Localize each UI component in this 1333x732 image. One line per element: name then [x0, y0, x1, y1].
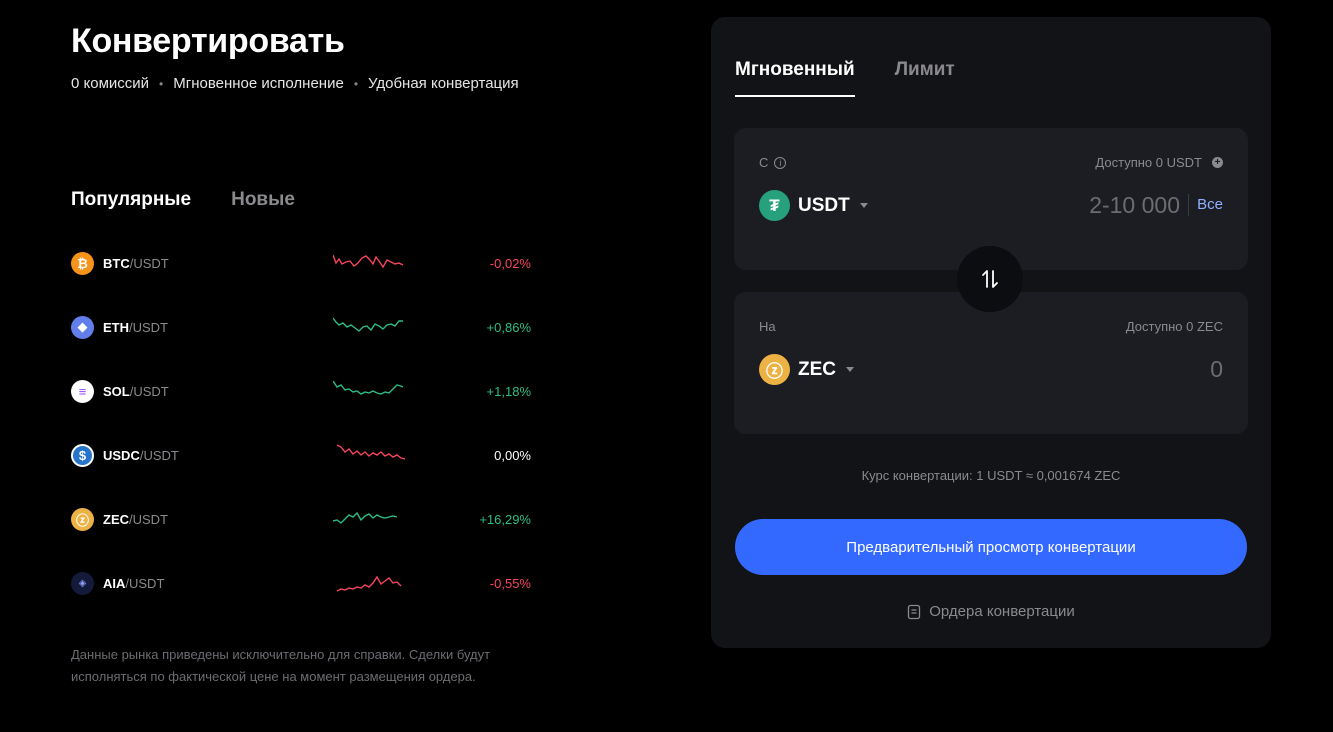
solana-icon: ≡	[71, 379, 94, 403]
tab-popular[interactable]: Популярные	[71, 189, 191, 211]
tether-icon: ₮	[759, 190, 790, 221]
from-label: С	[759, 155, 769, 170]
pair-name: ETH/USDT	[103, 319, 168, 335]
market-tabs: Популярные Новые	[71, 189, 295, 211]
orders-label: Ордера конвертации	[929, 603, 1075, 620]
page-title: Конвертировать	[71, 22, 345, 60]
pair-row-btc[interactable]: ₿ BTC/USDT -0,02%	[71, 231, 541, 295]
swap-button[interactable]	[957, 246, 1023, 312]
from-available-text: Доступно 0 USDT	[1095, 155, 1202, 170]
to-label: На	[759, 319, 776, 334]
pair-row-usdc[interactable]: $ USDC/USDT 0,00%	[71, 423, 541, 487]
aia-icon: ◈	[71, 571, 94, 595]
sparkline-sol	[333, 380, 404, 395]
pair-change: -0,55%	[489, 575, 531, 591]
to-coin: ZEC	[798, 358, 836, 380]
from-coin-select[interactable]: ₮ USDT	[759, 190, 868, 221]
sparkline-aia	[336, 575, 402, 592]
info-icon[interactable]: i	[774, 156, 787, 169]
tab-instant[interactable]: Мгновенный	[735, 59, 855, 97]
chevron-down-icon	[846, 367, 854, 372]
pair-change: +0,86%	[486, 319, 531, 335]
from-amount-input[interactable]: 2-10 000	[1089, 192, 1180, 219]
convert-panel: Мгновенный Лимит С i Доступно 0 USDT + ₮…	[711, 17, 1271, 648]
from-label-group: С i	[759, 155, 787, 170]
sparkline-usdc	[336, 444, 405, 460]
pair-change: +1,18%	[486, 383, 531, 399]
pair-name: BTC/USDT	[103, 255, 169, 271]
ethereum-icon: ◆	[71, 315, 94, 339]
feature-item: Мгновенное исполнение	[173, 75, 344, 92]
pair-change: -0,02%	[489, 255, 531, 271]
pair-name: ZEC/USDT	[103, 511, 168, 527]
from-coin: USDT	[798, 194, 850, 216]
pair-row-zec[interactable]: ⓩ ZEC/USDT +16,29%	[71, 487, 541, 551]
pair-row-eth[interactable]: ◆ ETH/USDT +0,86%	[71, 295, 541, 359]
usdc-icon: $	[71, 443, 94, 467]
pair-change: 0,00%	[494, 447, 531, 463]
from-available: Доступно 0 USDT +	[1095, 155, 1223, 170]
disclaimer: Данные рынка приведены исключительно для…	[71, 647, 491, 684]
convert-tabs: Мгновенный Лимит	[735, 59, 955, 97]
tab-limit[interactable]: Лимит	[895, 59, 955, 97]
conversion-orders-link[interactable]: Ордера конвертации	[711, 603, 1271, 620]
zcash-icon: ⓩ	[71, 507, 94, 531]
separator-dot: •	[159, 76, 164, 91]
separator-dot: •	[353, 76, 359, 91]
preview-conversion-button[interactable]: Предварительный просмотр конвертации	[735, 519, 1247, 575]
to-amount: 0	[1210, 356, 1223, 382]
bitcoin-icon: ₿	[71, 251, 94, 275]
feature-item: 0 комиссий	[71, 75, 150, 92]
pair-list: ₿ BTC/USDT -0,02% ◆ ETH/USDT +0,86% ≡ SO…	[71, 231, 541, 615]
to-box: На Доступно 0 ZEC ⓩ ZEC 0	[734, 292, 1248, 434]
conversion-rate: Курс конвертации: 1 USDT ≈ 0,001674 ZEC	[861, 468, 1121, 483]
pair-change: +16,29%	[479, 511, 531, 527]
feature-list: 0 комиссий • Мгновенное исполнение • Удо…	[71, 75, 519, 92]
sparkline-zec	[333, 511, 398, 524]
max-button[interactable]: Все	[1188, 194, 1223, 216]
swap-arrows-icon	[982, 270, 998, 288]
plus-icon[interactable]: +	[1212, 157, 1223, 168]
pair-name: AIA/USDT	[103, 575, 165, 591]
document-icon	[908, 604, 921, 619]
sparkline-eth	[333, 317, 403, 332]
zcash-icon: ⓩ	[759, 354, 790, 385]
tab-new[interactable]: Новые	[231, 189, 295, 211]
to-coin-select[interactable]: ⓩ ZEC	[759, 354, 854, 385]
pair-name: SOL/USDT	[103, 383, 169, 399]
sparkline-btc	[333, 254, 404, 269]
pair-row-sol[interactable]: ≡ SOL/USDT +1,18%	[71, 359, 541, 423]
feature-item: Удобная конвертация	[368, 75, 519, 92]
pair-name: USDC/USDT	[103, 447, 179, 463]
chevron-down-icon	[859, 203, 868, 208]
swap-circle	[957, 246, 1023, 312]
pair-row-aia[interactable]: ◈ AIA/USDT -0,55%	[71, 551, 541, 615]
to-available: Доступно 0 ZEC	[1125, 319, 1223, 334]
